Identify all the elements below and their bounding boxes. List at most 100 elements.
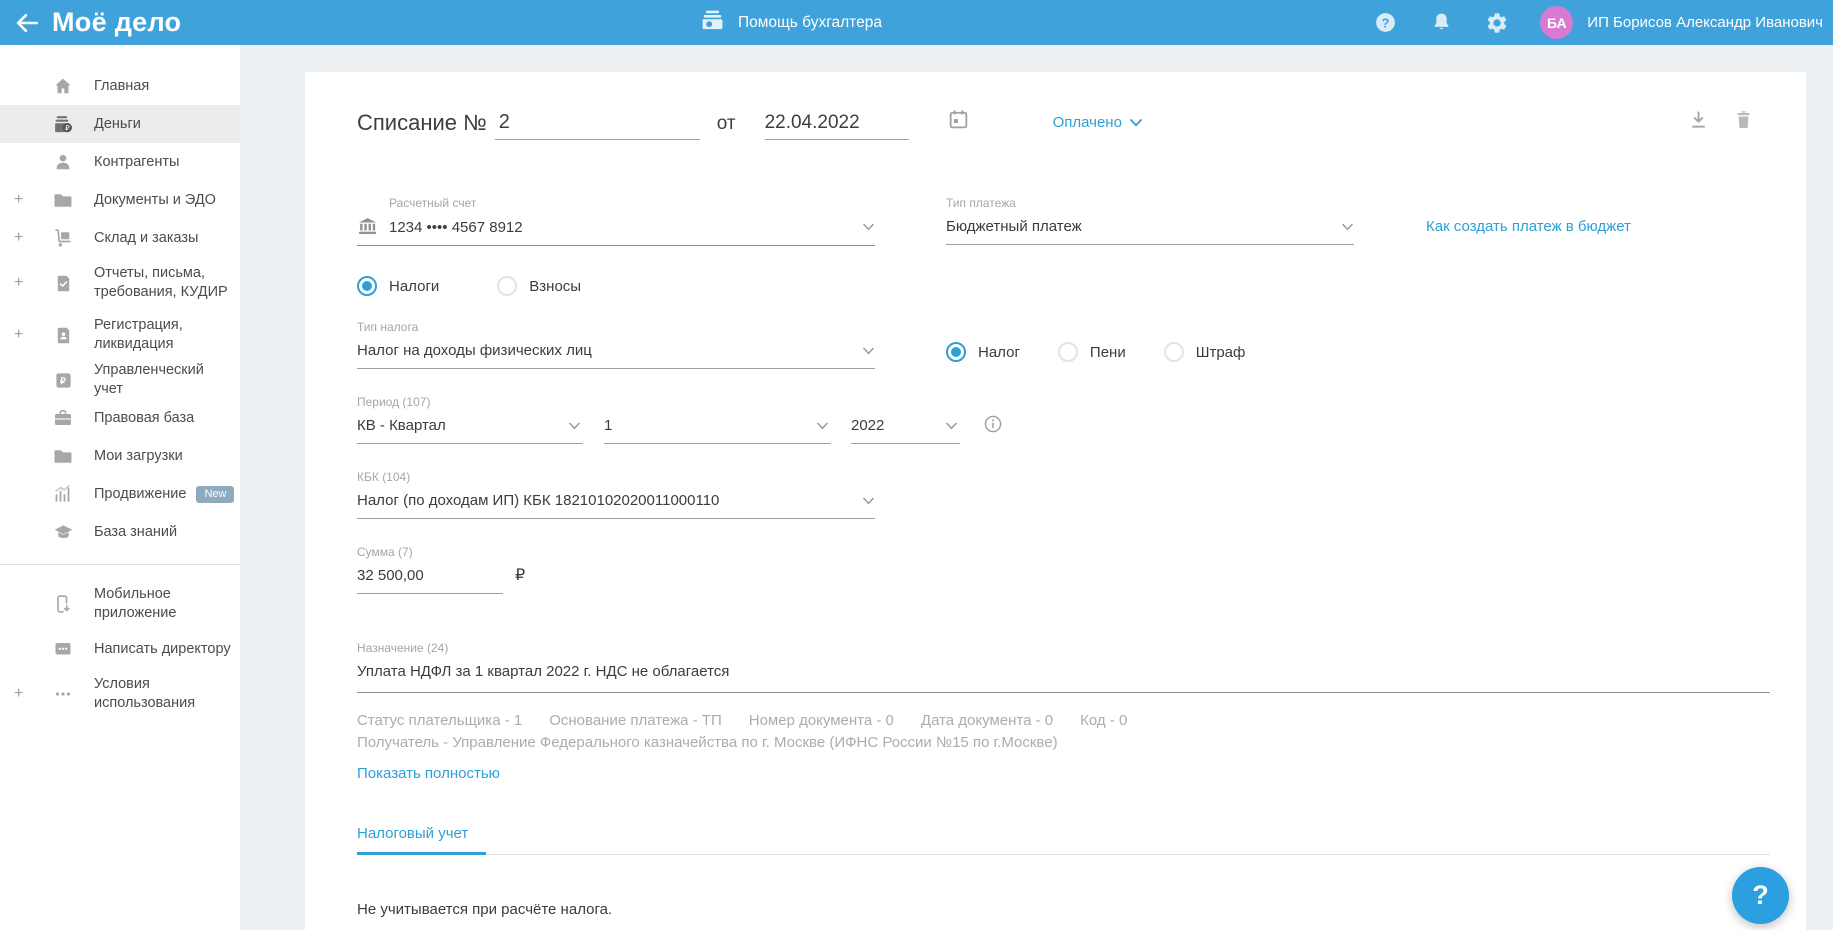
help-fab-button[interactable]: ?	[1732, 867, 1789, 924]
currency-symbol: ₽	[515, 567, 526, 584]
period-quarter-select[interactable]: КВ - Квартал	[357, 417, 583, 444]
account-value: 1234 •••• 4567 8912	[389, 218, 523, 236]
folder-icon	[52, 445, 74, 467]
date-input[interactable]: 22.04.2022	[764, 112, 909, 140]
radio-unselected-icon	[1163, 342, 1184, 362]
sidebar-item-label: Правовая база	[94, 409, 195, 426]
sidebar-item-registration[interactable]: + Регистрация, ликвидация	[0, 309, 240, 361]
money-icon: ₽	[52, 113, 74, 135]
status-label: Оплачено	[1052, 114, 1122, 131]
payment-details-line: Статус плательщика - 1 Основание платежа…	[357, 710, 1770, 732]
sidebar-item-terms[interactable]: + Условия использования	[0, 668, 240, 720]
sidebar-item-warehouse[interactable]: + Склад и заказы	[0, 219, 240, 257]
detail-basis: Основание платежа - ТП	[549, 712, 722, 729]
phone-download-icon	[52, 593, 74, 615]
account-field[interactable]: Расчетный счет 1234 •••• 4567 8912	[357, 196, 875, 246]
sidebar-item-management[interactable]: ₽ Управленческий учет	[0, 361, 240, 399]
radio-fine[interactable]: Штраф	[1163, 342, 1245, 362]
show-more-link[interactable]: Показать полностью	[357, 763, 500, 785]
purpose-input[interactable]: Уплата НДФЛ за 1 квартал 2022 г. НДС не …	[357, 663, 1770, 693]
expand-icon[interactable]: +	[14, 327, 23, 343]
expand-icon[interactable]: +	[14, 686, 23, 702]
sidebar-item-documents[interactable]: + Документы и ЭДО	[0, 181, 240, 219]
radio-contributions[interactable]: Взносы	[497, 276, 581, 296]
sidebar-item-label: Отчеты, письма, требования, КУДИР	[94, 265, 228, 300]
date-prefix-label: от	[716, 113, 736, 134]
tax-type-field[interactable]: Тип налога Налог на доходы физических ли…	[357, 320, 875, 369]
user-name[interactable]: ИП Борисов Александр Иванович	[1587, 14, 1823, 31]
radio-taxes[interactable]: Налоги	[357, 276, 439, 296]
sidebar-item-knowledge-base[interactable]: База знаний	[0, 513, 240, 551]
trash-icon[interactable]	[1733, 109, 1754, 135]
sidebar-item-label: Склад и заказы	[94, 229, 199, 246]
sidebar-item-contractors[interactable]: Контрагенты	[0, 143, 240, 181]
kbk-label: КБК (104)	[357, 470, 411, 484]
back-arrow-icon[interactable]	[12, 8, 42, 38]
calendar-icon[interactable]	[947, 108, 970, 140]
radio-selected-icon	[357, 276, 377, 296]
accountant-help-label: Помощь бухгалтера	[738, 13, 882, 31]
chevron-down-icon[interactable]	[862, 346, 875, 355]
expand-icon[interactable]: +	[14, 192, 23, 208]
sidebar-item-promotion[interactable]: Продвижение New	[0, 475, 240, 513]
tab-tax-accounting[interactable]: Налоговый учет	[357, 825, 487, 855]
sidebar-item-mobile-app[interactable]: Мобильное приложение	[0, 578, 240, 630]
document-number-input[interactable]: 2	[494, 111, 700, 140]
sidebar-item-label: База знаний	[94, 523, 178, 540]
detail-doc-number: Номер документа - 0	[748, 712, 894, 729]
bank-icon	[357, 218, 378, 236]
detail-recipient: Получатель - Управление Федерального каз…	[357, 734, 1058, 751]
amount-row: Сумма (7) 32 500,00 ₽	[357, 545, 1770, 594]
document-card: Списание № 2 от 22.04.2022 Оплачено Расч…	[305, 72, 1806, 930]
sidebar-item-money[interactable]: ₽ Деньги	[0, 105, 240, 143]
tax-note: Не учитывается при расчёте налога.	[357, 901, 613, 918]
new-badge: New	[196, 485, 235, 503]
bell-icon[interactable]	[1428, 10, 1454, 36]
detail-code: Код - 0	[1080, 712, 1128, 729]
period-year-select[interactable]: 2022	[851, 417, 960, 444]
sidebar-item-legal-base[interactable]: Правовая база	[0, 399, 240, 437]
expand-icon[interactable]: +	[14, 230, 23, 246]
svg-text:₽: ₽	[64, 123, 69, 132]
payment-type-field[interactable]: Тип платежа Бюджетный платеж	[946, 196, 1354, 246]
sidebar-item-label: Мобильное приложение	[94, 586, 177, 621]
period-number-select[interactable]: 1	[604, 417, 831, 444]
sidebar-item-reports[interactable]: + Отчеты, письма, требования, КУДИР	[0, 257, 240, 309]
expand-icon[interactable]: +	[14, 275, 23, 291]
sidebar-item-home[interactable]: Главная	[0, 67, 240, 105]
svg-text:₽: ₽	[60, 375, 66, 385]
document-check-icon	[52, 272, 74, 294]
radio-tax[interactable]: Налог	[946, 342, 1020, 362]
page-body: Главная ₽ Деньги Контрагенты + Документы…	[0, 45, 1833, 930]
document-title-row: Списание № 2 от 22.04.2022 Оплачено	[357, 100, 1770, 140]
app-logo[interactable]: Моё дело	[52, 7, 181, 38]
sidebar-item-label: Мои загрузки	[94, 447, 183, 464]
sidebar-item-downloads[interactable]: Мои загрузки	[0, 437, 240, 475]
period-row: Период (107) КВ - Квартал 1 2022	[357, 395, 1770, 444]
status-dropdown[interactable]: Оплачено	[1053, 114, 1142, 140]
chevron-down-icon[interactable]	[862, 223, 875, 231]
help-icon[interactable]: ?	[1372, 10, 1398, 36]
chevron-down-icon[interactable]	[862, 496, 875, 505]
briefcase-icon	[52, 407, 74, 429]
budget-payment-help-link[interactable]: Как создать платеж в бюджет	[1426, 218, 1631, 246]
download-icon[interactable]	[1688, 109, 1709, 135]
document-title: Списание №	[357, 110, 487, 135]
tabs-bar: Налоговый учет	[357, 825, 1770, 855]
avatar[interactable]: БА	[1540, 6, 1574, 39]
info-icon[interactable]	[984, 415, 1002, 433]
sidebar-item-write-director[interactable]: Написать директору	[0, 630, 240, 668]
accountant-help-button[interactable]: Помощь бухгалтера	[700, 0, 882, 45]
chevron-down-icon[interactable]	[1341, 222, 1354, 231]
radio-unselected-icon	[1057, 342, 1078, 362]
cash-icon	[700, 9, 725, 36]
amount-input[interactable]: 32 500,00	[357, 567, 503, 594]
radio-penalty[interactable]: Пени	[1057, 342, 1126, 362]
gear-icon[interactable]	[1484, 10, 1510, 36]
promotion-chart-icon	[52, 483, 74, 505]
svg-text:?: ?	[1381, 15, 1389, 30]
dots-icon	[52, 683, 74, 705]
chevron-down-icon	[816, 421, 831, 430]
sidebar-item-label: Управленческий учет	[94, 362, 204, 397]
kbk-field[interactable]: КБК (104) Налог (по доходам ИП) КБК 1821…	[357, 470, 875, 519]
